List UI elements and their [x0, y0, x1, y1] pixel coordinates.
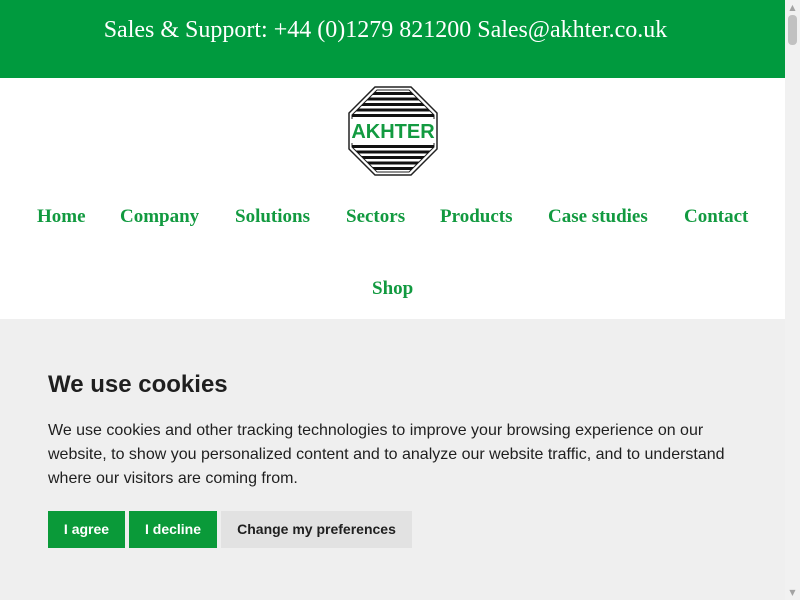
cookie-banner-text: We use cookies and other tracking techno…: [48, 422, 725, 487]
page: Sales & Support: +44 (0)1279 821200 Sale…: [0, 0, 785, 600]
nav-sectors[interactable]: Sectors: [346, 206, 405, 228]
nav-company[interactable]: Company: [120, 206, 199, 228]
nav-products[interactable]: Products: [440, 206, 512, 228]
top-contact-bar: Sales & Support: +44 (0)1279 821200 Sale…: [0, 0, 785, 78]
contact-info-text: Sales & Support: +44 (0)1279 821200 Sale…: [103, 17, 668, 43]
decline-button[interactable]: I decline: [129, 511, 217, 548]
scrollbar-thumb[interactable]: [788, 15, 797, 45]
chevron-up-icon[interactable]: ▲: [785, 0, 800, 15]
chevron-down-icon[interactable]: ▼: [785, 585, 800, 600]
agree-button[interactable]: I agree: [48, 511, 125, 548]
vertical-scrollbar[interactable]: ▲ ▼: [785, 0, 800, 600]
nav-case-studies[interactable]: Case studies: [548, 206, 648, 228]
change-preferences-button[interactable]: Change my preferences: [221, 511, 412, 548]
nav-home[interactable]: Home: [37, 206, 86, 228]
nav-solutions[interactable]: Solutions: [235, 206, 310, 228]
akhter-logo[interactable]: AKHTER: [348, 86, 438, 176]
logo-text: AKHTER: [351, 121, 435, 143]
cookie-banner-title: We use cookies: [48, 371, 228, 398]
nav-shop[interactable]: Shop: [372, 278, 413, 300]
nav-contact[interactable]: Contact: [684, 206, 748, 228]
